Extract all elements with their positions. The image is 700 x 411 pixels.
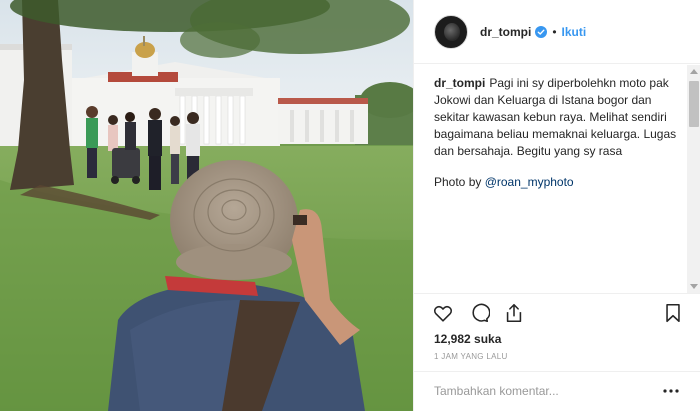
post-photo[interactable] [0,0,413,411]
more-options-icon[interactable] [662,382,680,400]
caption: dr_tompi Pagi ini sy diperbolehkn moto pa… [434,75,686,191]
caption-username[interactable]: dr_tompi [434,76,485,90]
photo-credit-prefix: Photo by [434,175,485,189]
bookmark-icon[interactable] [662,302,684,324]
verified-badge-icon [535,25,548,38]
scroll-thumb[interactable] [689,81,699,127]
likes-number: 12,982 [434,332,471,346]
follow-button[interactable]: Ikuti [562,25,587,39]
post-sidebar: dr_tompi • Ikuti dr_tompi Pagi ini sy dip… [413,0,700,411]
avatar[interactable] [434,14,468,49]
likes-count[interactable]: 12,982 suka [434,332,501,346]
scroll-down-arrow-icon[interactable] [690,284,698,289]
caption-scrollbar[interactable] [687,65,700,293]
photo-credit-mention[interactable]: @roan_myphoto [485,175,574,189]
heart-icon[interactable] [432,302,454,324]
comment-icon[interactable] [468,302,491,324]
comment-input[interactable] [434,384,644,398]
photo-illustration [0,0,413,411]
header-username[interactable]: dr_tompi [480,25,531,39]
share-icon[interactable] [503,302,525,324]
post-header: dr_tompi • Ikuti [414,0,700,64]
caption-area[interactable]: dr_tompi Pagi ini sy diperbolehkn moto pa… [414,65,700,293]
separator-dot: • [552,24,557,39]
scroll-up-arrow-icon[interactable] [690,69,698,74]
action-bar [414,293,700,329]
post-timestamp[interactable]: 1 JAM YANG LALU [434,352,508,361]
photo-credit: Photo by @roan_myphoto [434,174,686,191]
comment-box [414,371,700,411]
likes-label: suka [474,332,502,346]
